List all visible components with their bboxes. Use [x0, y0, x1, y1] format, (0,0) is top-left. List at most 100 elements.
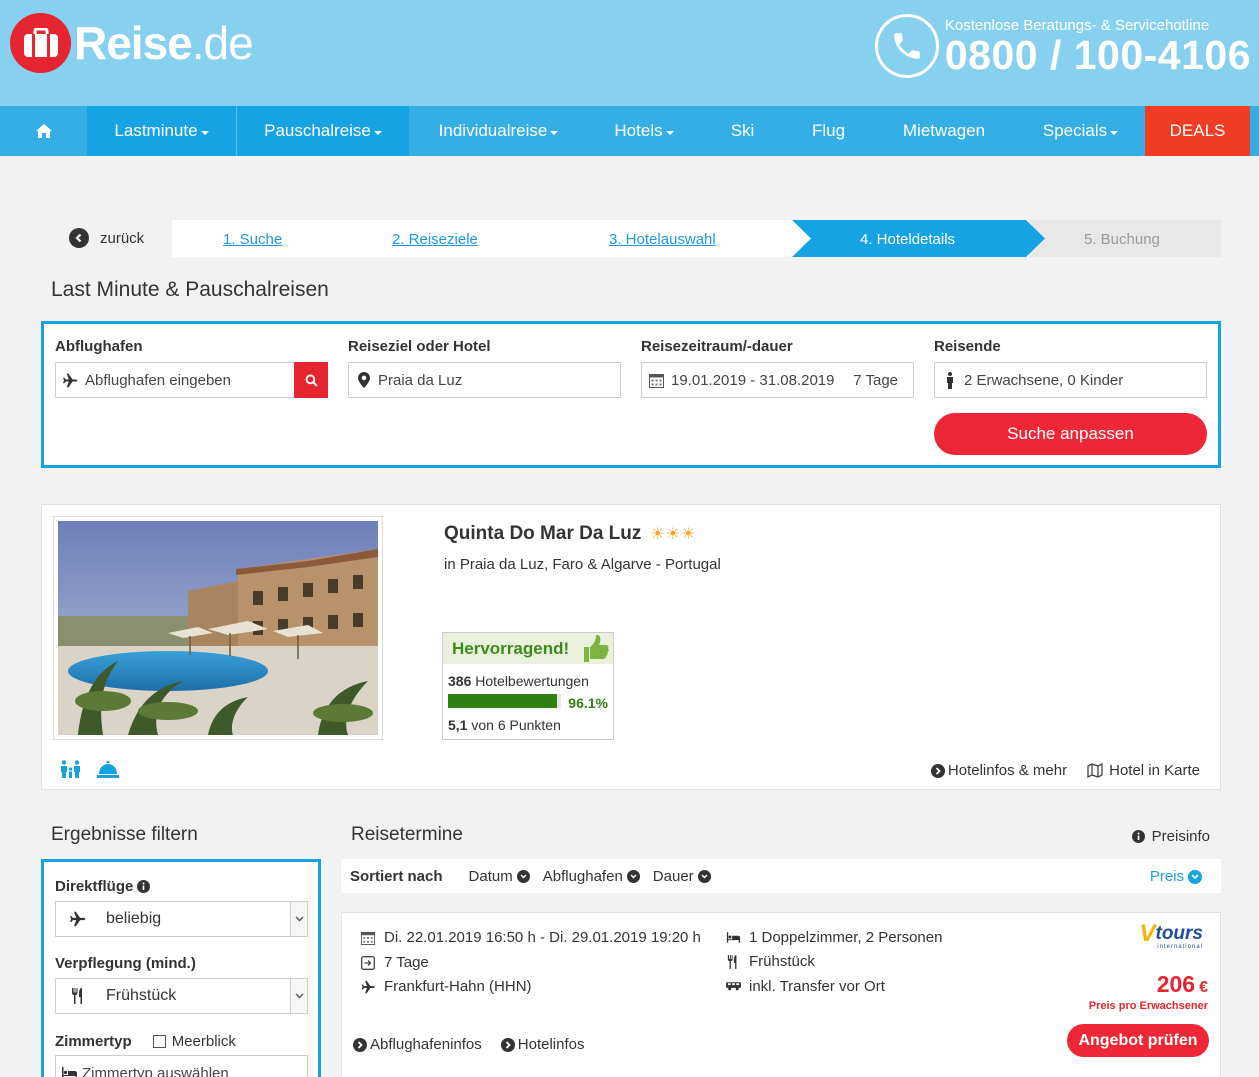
offer-room-text: 1 Doppelzimmer, 2 Personen: [749, 929, 943, 946]
hotel-photo[interactable]: [53, 516, 383, 740]
offer-dates-text: Di. 22.01.2019 16:50 h - Di. 29.01.2019 …: [384, 929, 701, 946]
chevron-down-icon: [516, 869, 530, 883]
search-adjust-button[interactable]: Suche anpassen: [934, 413, 1207, 455]
room-type-label: Zimmertyp Meerblick: [55, 1033, 236, 1050]
rating-points: 5,1 von 6 Punkten: [448, 717, 561, 733]
chevron-down-icon: [1188, 869, 1202, 884]
hotline[interactable]: Kostenlose Beratungs- & Servicehotline 0…: [874, 14, 1251, 78]
plane-icon: [56, 911, 100, 927]
caret-down-icon: [1110, 130, 1119, 135]
price-info-link[interactable]: Preisinfo: [1131, 828, 1210, 845]
operator-logo: Vtours: [1139, 920, 1203, 947]
nav-mietwagen[interactable]: Mietwagen: [872, 106, 1016, 156]
nav-label: Flug: [811, 121, 846, 140]
period-label: Reisezeitraum/-dauer: [641, 338, 793, 355]
destination-field: Reiseziel oder Hotel Praia da Luz: [348, 338, 621, 398]
offer-links: Abflughafeninfos Hotelinfos: [353, 1036, 603, 1053]
chevron-down-icon: [626, 869, 640, 883]
nav-individualreise[interactable]: Individualreise: [409, 106, 588, 156]
cutlery-icon: [725, 954, 741, 970]
step-hoteldetails: 4. Hoteldetails: [860, 231, 956, 248]
nav-lastminute[interactable]: Lastminute: [87, 106, 236, 156]
caret-down-icon: [665, 130, 674, 135]
board-select[interactable]: Frühstück: [55, 978, 308, 1014]
hotel-info-link[interactable]: Hotelinfos & mehr: [930, 762, 1068, 779]
cutlery-icon: [56, 988, 100, 1004]
hotel-card: Quinta Do Mar Da Luz ☀☀☀ in Praia da Luz,…: [41, 504, 1221, 790]
rating-title: Hervorragend!: [452, 638, 570, 658]
period-value: 19.01.2019 - 31.08.2019: [671, 371, 835, 389]
departure-search-button[interactable]: [294, 362, 328, 398]
seaview-checkbox-row[interactable]: Meerblick: [132, 1033, 236, 1050]
period-field: Reisezeitraum/-dauer 19.01.2019 - 31.08.…: [641, 338, 914, 398]
chevron-right-icon: [930, 763, 945, 778]
destination-input[interactable]: Praia da Luz: [348, 362, 621, 398]
hotline-number[interactable]: 0800 / 100-4106: [945, 34, 1251, 76]
sort-active-label: Preis: [1149, 868, 1184, 885]
logo[interactable]: Reise.de: [10, 13, 254, 73]
back-link[interactable]: zurück: [69, 228, 144, 248]
star-rating-icon: ☀☀☀: [650, 526, 697, 543]
nav-pauschalreise[interactable]: Pauschalreise: [237, 106, 409, 156]
step-suche[interactable]: 1. Suche: [223, 220, 282, 257]
chevron-left-icon: [69, 228, 89, 248]
offer-price-value: 206: [1156, 971, 1196, 997]
departure-input[interactable]: Abflughafen eingeben: [55, 362, 328, 398]
review-count-label: Hotelbewertungen: [475, 673, 589, 689]
info-icon[interactable]: [137, 880, 151, 893]
chevron-right-icon: [500, 1037, 515, 1052]
departure-placeholder: Abflughafen eingeben: [85, 371, 231, 389]
step-reiseziele[interactable]: 2. Reiseziele: [392, 220, 478, 257]
check-offer-button[interactable]: Angebot prüfen: [1067, 1024, 1209, 1057]
step-hotelauswahl[interactable]: 3. Hotelauswahl: [609, 220, 716, 257]
sort-preis[interactable]: Preis: [1150, 868, 1202, 885]
nav-deals[interactable]: DEALS: [1145, 106, 1250, 156]
sort-dauer[interactable]: Dauer: [653, 868, 711, 885]
hotel-info-link-offer[interactable]: Hotelinfos: [500, 1036, 585, 1053]
hotel-info-label: Hotelinfos & mehr: [947, 762, 1068, 779]
logo-bold: Reise: [74, 17, 193, 69]
hotel-name-text: Quinta Do Mar Da Luz: [444, 523, 642, 544]
calendar-icon: [648, 372, 665, 389]
travellers-input[interactable]: 2 Erwachsene, 0 Kinder: [934, 362, 1207, 398]
nav-label: Hotels: [614, 121, 663, 140]
sort-datum[interactable]: Datum: [469, 868, 530, 885]
rating-header: Hervorragend!: [443, 633, 613, 664]
offer-board-text: Frühstück: [749, 953, 815, 970]
suitcase-icon: [10, 13, 71, 73]
travellers-value: 2 Erwachsene, 0 Kinder: [964, 371, 1124, 389]
destination-label: Reiseziel oder Hotel: [348, 338, 491, 355]
recommendation-bar-fill: [448, 694, 557, 708]
nav-label: Individualreise: [438, 121, 548, 140]
step-buchung: 5. Buchung: [1084, 231, 1160, 248]
board-value: Frühstück: [106, 987, 177, 1004]
nav-specials[interactable]: Specials: [1016, 106, 1145, 156]
search-panel: Abflughafen Abflughafen eingeben Reisezi…: [41, 321, 1221, 468]
caret-down-icon: [200, 130, 209, 135]
seaview-checkbox[interactable]: [152, 1035, 166, 1048]
caret-down-icon: [373, 130, 382, 135]
period-input[interactable]: 19.01.2019 - 31.08.2019 7 Tage: [641, 362, 914, 398]
main-nav: Lastminute Pauschalreise Individualreise…: [0, 106, 1259, 156]
hotel-map-link[interactable]: Hotel in Karte: [1087, 762, 1200, 779]
airport-info-link[interactable]: Abflughafeninfos: [353, 1036, 482, 1053]
rating-box[interactable]: Hervorragend! 386 Hotelbewertungen 96.1%…: [442, 632, 614, 740]
nav-flug[interactable]: Flug: [785, 106, 872, 156]
nav-label: Mietwagen: [902, 121, 986, 140]
nav-ski[interactable]: Ski: [700, 106, 785, 156]
hotel-info-label-offer: Hotelinfos: [517, 1036, 585, 1053]
nav-home[interactable]: [0, 106, 87, 156]
map-pin-icon: [355, 372, 372, 389]
offer-transfer: inkl. Transfer vor Ort: [725, 978, 885, 995]
calendar-icon: [360, 930, 376, 946]
nav-label: Lastminute: [114, 121, 198, 140]
info-icon: [1131, 830, 1145, 843]
back-label: zurück: [100, 229, 145, 247]
room-type-select[interactable]: Zimmertyp auswählen: [55, 1055, 308, 1077]
sort-abflughafen[interactable]: Abflughafen: [543, 868, 640, 885]
duration-value: 7 Tage: [853, 371, 898, 389]
operator-logo-v: V: [1139, 920, 1156, 947]
nav-hotels[interactable]: Hotels: [588, 106, 700, 156]
direct-flights-select[interactable]: beliebig: [55, 901, 308, 937]
rating-points-value: 5,1: [448, 717, 468, 733]
